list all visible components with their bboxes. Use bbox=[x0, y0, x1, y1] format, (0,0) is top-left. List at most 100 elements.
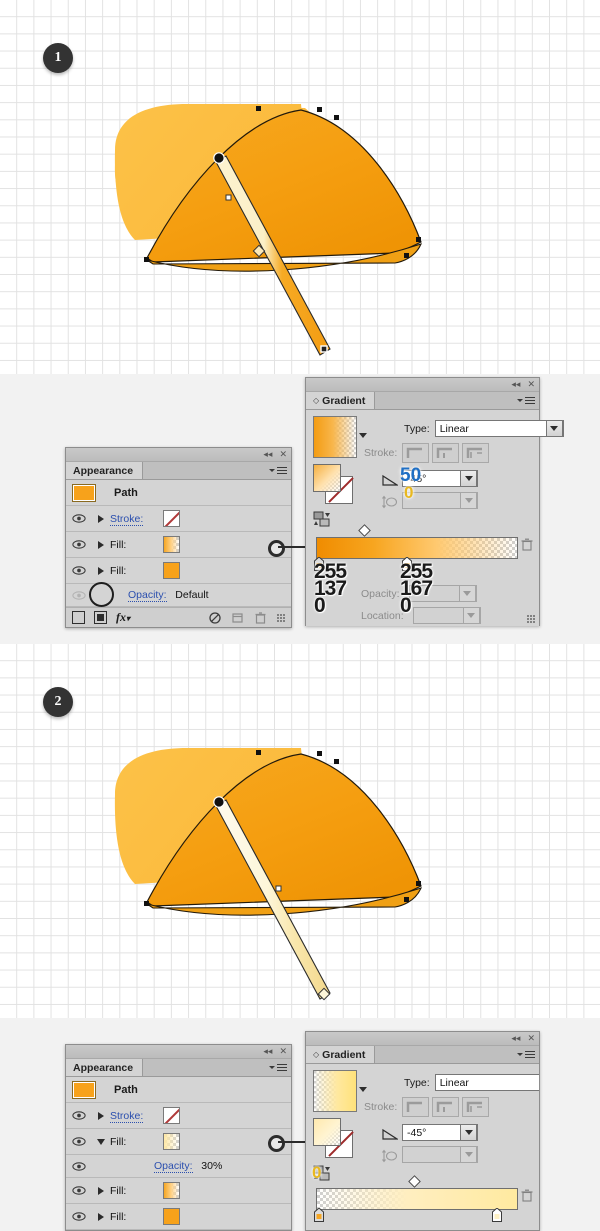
delete-item-icon[interactable] bbox=[255, 611, 266, 624]
appearance-row-path[interactable]: Path bbox=[66, 480, 291, 506]
add-new-fill-icon[interactable] bbox=[94, 611, 107, 624]
visibility-toggle-opacity-2[interactable] bbox=[66, 1161, 92, 1171]
appearance-row-opacity[interactable]: Opacity: Default bbox=[66, 584, 291, 607]
tab-appearance[interactable]: Appearance bbox=[66, 462, 144, 479]
gradient-panel[interactable]: ◂◂ ✕ ◇ Gradient Type: Linear Stroke: -45… bbox=[305, 377, 564, 626]
resize-grip[interactable] bbox=[277, 613, 285, 622]
clear-appearance-icon[interactable] bbox=[209, 611, 221, 624]
fill-indicator[interactable] bbox=[313, 464, 341, 492]
gradient-slider-ramp[interactable] bbox=[316, 537, 518, 559]
collapse-icon[interactable]: ◂◂ bbox=[263, 1046, 272, 1056]
panel-menu-icon[interactable] bbox=[517, 1049, 535, 1060]
chevron-down-icon[interactable] bbox=[545, 420, 563, 437]
visibility-toggle-fill-solid-2[interactable] bbox=[66, 1212, 92, 1221]
appearance-2-row-fill-yellow[interactable]: Fill: bbox=[66, 1129, 291, 1155]
panel-menu-icon[interactable] bbox=[517, 395, 535, 406]
gradient-angle-field-2[interactable]: -45° bbox=[402, 1124, 478, 1141]
panel-menu-icon[interactable] bbox=[269, 465, 287, 476]
gradient-yellow-swatch[interactable] bbox=[163, 1133, 180, 1150]
stroke-across-icon[interactable] bbox=[462, 1097, 490, 1117]
gradient-panel-titlebar[interactable]: ◂◂ ✕ bbox=[306, 378, 539, 392]
solid-orange-swatch[interactable] bbox=[163, 562, 180, 579]
expand-toggle-fill-gradient[interactable] bbox=[92, 540, 110, 549]
visibility-toggle-fill-solid[interactable] bbox=[66, 566, 92, 575]
fill-stroke-indicator-2[interactable] bbox=[313, 1118, 357, 1158]
stroke-across-icon[interactable] bbox=[462, 443, 490, 463]
collapse-icon[interactable]: ◂◂ bbox=[263, 449, 272, 459]
chevron-down-icon[interactable] bbox=[460, 470, 477, 487]
chevron-down-icon[interactable] bbox=[460, 1146, 477, 1163]
appearance-2-row-opacity[interactable]: Opacity: 30% bbox=[66, 1155, 291, 1178]
appearance-row-fill-solid[interactable]: Fill: bbox=[66, 558, 291, 584]
gradient-preview-swatch[interactable] bbox=[313, 416, 357, 458]
gradient-style-icon[interactable] bbox=[313, 511, 339, 527]
stroke-along-icon[interactable] bbox=[432, 443, 460, 463]
visibility-toggle-stroke[interactable] bbox=[66, 514, 92, 523]
none-swatch[interactable] bbox=[163, 510, 180, 527]
chevron-down-icon[interactable] bbox=[460, 1124, 477, 1141]
expand-toggle-fill-gradient-2[interactable] bbox=[92, 1186, 110, 1195]
appearance-panel-2-titlebar[interactable]: ◂◂ ✕ bbox=[66, 1045, 291, 1059]
opacity-label[interactable]: Opacity: bbox=[128, 589, 167, 602]
fill-stroke-indicator[interactable] bbox=[313, 464, 357, 504]
gradient-preview-swatch-2[interactable] bbox=[313, 1070, 357, 1112]
gradient-aspect-field-2[interactable] bbox=[402, 1146, 478, 1163]
expand-toggle-stroke[interactable] bbox=[92, 1111, 110, 1120]
expand-toggle-fill-solid[interactable] bbox=[92, 566, 110, 575]
close-icon[interactable]: ✕ bbox=[527, 1033, 535, 1043]
close-icon[interactable]: ✕ bbox=[279, 449, 287, 459]
opacity-label-2[interactable]: Opacity: bbox=[154, 1160, 193, 1173]
duplicate-item-icon[interactable] bbox=[232, 612, 244, 624]
close-icon[interactable]: ✕ bbox=[527, 379, 535, 389]
appearance-2-tab-row[interactable]: Appearance bbox=[66, 1059, 291, 1077]
chevron-down-icon[interactable] bbox=[462, 607, 480, 624]
appearance-row-stroke[interactable]: Stroke: bbox=[66, 506, 291, 532]
gradient-midpoint-diamond-2[interactable] bbox=[408, 1175, 421, 1188]
chevron-down-icon[interactable] bbox=[460, 492, 477, 509]
appearance-2-row-path[interactable]: Path bbox=[66, 1077, 291, 1103]
gradient-panel-2[interactable]: ◂◂ ✕ ◇ Gradient Type: Linear Stroke: -45… bbox=[305, 1031, 540, 1231]
add-new-stroke-icon[interactable] bbox=[72, 611, 85, 624]
gradient-location-field[interactable] bbox=[412, 607, 481, 624]
appearance-2-row-fill-gradient[interactable]: Fill: bbox=[66, 1178, 291, 1204]
gradient-stop-right-2[interactable] bbox=[492, 1207, 502, 1222]
gradient-presets-caret-icon[interactable] bbox=[359, 1087, 367, 1092]
visibility-toggle-stroke[interactable] bbox=[66, 1111, 92, 1120]
fill-indicator[interactable] bbox=[313, 1118, 341, 1146]
stroke-gradient-options[interactable] bbox=[402, 443, 490, 463]
gradient-orange-swatch[interactable] bbox=[163, 536, 180, 553]
tab-appearance-2[interactable]: Appearance bbox=[66, 1059, 144, 1076]
expand-toggle-fill-yellow[interactable] bbox=[92, 1138, 110, 1145]
fx-icon[interactable]: fx▾ bbox=[116, 610, 130, 625]
visibility-toggle-opacity[interactable] bbox=[66, 590, 92, 600]
appearance-row-fill-gradient[interactable]: Fill: bbox=[66, 532, 291, 558]
gradient-slider-ramp-2[interactable] bbox=[316, 1188, 518, 1210]
appearance-2-row-fill-solid[interactable]: Fill: bbox=[66, 1204, 291, 1230]
stroke-within-icon[interactable] bbox=[402, 1097, 430, 1117]
close-icon[interactable]: ✕ bbox=[279, 1046, 287, 1056]
collapse-icon[interactable]: ◂◂ bbox=[511, 1033, 520, 1043]
panel-menu-icon[interactable] bbox=[269, 1062, 287, 1073]
appearance-panel-2[interactable]: ◂◂ ✕ Appearance Path Stroke: Fill: Opaci… bbox=[65, 1044, 292, 1231]
appearance-panel[interactable]: ◂◂ ✕ Appearance Path Stroke: Fill: Fill:… bbox=[65, 447, 292, 628]
appearance-2-row-stroke[interactable]: Stroke: bbox=[66, 1103, 291, 1129]
gradient-type-select[interactable]: Linear bbox=[434, 420, 564, 437]
delete-stop-icon[interactable] bbox=[521, 538, 533, 551]
solid-orange-swatch[interactable] bbox=[163, 1208, 180, 1225]
expand-toggle-stroke[interactable] bbox=[92, 514, 110, 523]
visibility-toggle-fill-gradient[interactable] bbox=[66, 540, 92, 549]
appearance-panel-titlebar[interactable]: ◂◂ ✕ bbox=[66, 448, 291, 462]
gradient-orange-swatch[interactable] bbox=[163, 1182, 180, 1199]
chevron-down-icon[interactable] bbox=[458, 585, 476, 602]
gradient-tab-row[interactable]: ◇ Gradient bbox=[306, 392, 539, 410]
tab-gradient-2[interactable]: ◇ Gradient bbox=[306, 1046, 376, 1063]
gradient-stop-left-2[interactable] bbox=[314, 1207, 324, 1222]
delete-stop-icon[interactable] bbox=[521, 1189, 533, 1202]
stroke-within-icon[interactable] bbox=[402, 443, 430, 463]
stroke-gradient-options-2[interactable] bbox=[402, 1097, 490, 1117]
tab-gradient[interactable]: ◇ Gradient bbox=[306, 392, 376, 409]
visibility-toggle-fill-yellow[interactable] bbox=[66, 1137, 92, 1146]
resize-grip[interactable] bbox=[527, 615, 535, 623]
gradient-type-select-2[interactable]: Linear bbox=[434, 1074, 539, 1091]
gradient-presets-caret-icon[interactable] bbox=[359, 433, 367, 438]
